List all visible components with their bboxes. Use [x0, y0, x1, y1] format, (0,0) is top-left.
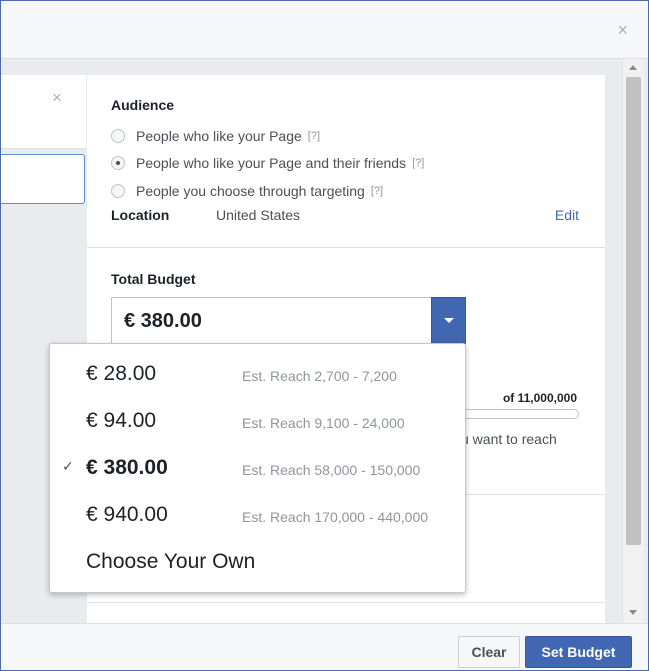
budget-option-price: € 380.00 [86, 456, 168, 479]
help-icon[interactable]: [?] [412, 157, 424, 169]
chevron-down-icon [443, 318, 454, 323]
budget-option[interactable]: € 940.00 Est. Reach 170,000 - 440,000 [50, 491, 465, 538]
close-icon[interactable]: × [617, 21, 628, 39]
budget-option[interactable]: € 28.00 Est. Reach 2,700 - 7,200 [50, 350, 465, 397]
reach-total: of 11,000,000 [502, 391, 577, 405]
budget-title: Total Budget [111, 271, 196, 287]
budget-dropdown-menu: € 28.00 Est. Reach 2,700 - 7,200 € 94.00… [49, 343, 466, 593]
left-panel-close-icon[interactable]: × [52, 89, 62, 106]
budget-option-price: Choose Your Own [86, 550, 256, 573]
audience-option-targeting[interactable]: People you choose through targeting [?] [111, 181, 383, 201]
budget-selected-value: € 380.00 [124, 310, 202, 332]
audience-title: Audience [111, 97, 175, 113]
budget-option-price: € 940.00 [86, 503, 168, 526]
scroll-down-arrow-icon[interactable] [629, 610, 637, 615]
section-divider [87, 602, 605, 603]
budget-option-price: € 94.00 [86, 409, 157, 432]
dialog-footer: Clear Set Budget [1, 623, 648, 670]
budget-option-selected[interactable]: ✓ € 380.00 Est. Reach 58,000 - 150,000 [50, 444, 465, 491]
audience-option-label: People who like your Page [136, 128, 302, 144]
audience-option-label: People who like your Page and their frie… [136, 155, 407, 171]
audience-option-fans-and-friends[interactable]: People who like your Page and their frie… [111, 153, 424, 173]
budget-dialog: × × Audience People who like your Page [… [0, 0, 649, 671]
scrollbar[interactable] [622, 59, 644, 623]
budget-option-reach: Est. Reach 58,000 - 150,000 [242, 462, 421, 478]
audience-option-label: People you choose through targeting [136, 183, 365, 199]
clear-button[interactable]: Clear [458, 636, 520, 668]
scrollbar-thumb[interactable] [626, 77, 641, 545]
left-panel-input[interactable] [1, 154, 85, 204]
set-budget-button[interactable]: Set Budget [525, 636, 632, 668]
budget-option-reach: Est. Reach 170,000 - 440,000 [242, 509, 429, 525]
budget-option-price: € 28.00 [86, 362, 157, 385]
help-icon[interactable]: [?] [308, 130, 320, 142]
location-value: United States [216, 207, 301, 223]
radio-button[interactable] [111, 184, 125, 198]
dialog-header: × [1, 1, 648, 59]
dropdown-toggle-button[interactable] [431, 297, 466, 344]
reach-description: u want to reach [461, 431, 557, 447]
audience-option-page-fans[interactable]: People who like your Page [?] [111, 126, 320, 146]
scroll-up-arrow-icon[interactable] [629, 65, 637, 70]
checkmark-icon: ✓ [62, 458, 74, 474]
radio-button-checked[interactable] [111, 156, 125, 170]
left-panel [1, 75, 86, 149]
budget-option[interactable]: € 94.00 Est. Reach 9,100 - 24,000 [50, 397, 465, 444]
budget-option-reach: Est. Reach 2,700 - 7,200 [242, 368, 397, 384]
budget-option-reach: Est. Reach 9,100 - 24,000 [242, 415, 405, 431]
radio-button[interactable] [111, 129, 125, 143]
location-label: Location [111, 207, 170, 223]
budget-select[interactable]: € 380.00 [111, 297, 466, 344]
help-icon[interactable]: [?] [371, 185, 383, 197]
edit-location-link[interactable]: Edit [555, 207, 579, 223]
budget-option-custom[interactable]: Choose Your Own [50, 538, 465, 585]
section-divider [87, 247, 605, 248]
